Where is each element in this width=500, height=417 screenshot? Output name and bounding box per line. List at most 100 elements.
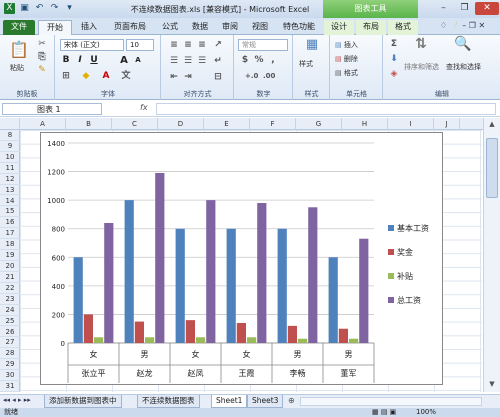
- styles-icon[interactable]: ▦: [304, 38, 320, 55]
- copy-icon[interactable]: ⎘: [36, 52, 48, 63]
- tab-design[interactable]: 设计: [324, 20, 354, 35]
- row-header-21[interactable]: 21: [0, 272, 20, 283]
- find-select-icon[interactable]: 🔍: [454, 37, 472, 57]
- close-icon[interactable]: ✕: [475, 2, 499, 15]
- row-header-26[interactable]: 26: [0, 327, 20, 338]
- comma-button[interactable]: ,: [267, 55, 279, 66]
- formula-input[interactable]: [156, 103, 496, 115]
- tab-review[interactable]: 审阅: [216, 20, 244, 35]
- fill-color-icon[interactable]: ◆: [80, 71, 92, 82]
- insert-function-button[interactable]: fx: [140, 103, 148, 112]
- insert-cells-button[interactable]: ▤ 插入: [335, 40, 358, 50]
- tab-insert[interactable]: 插入: [74, 20, 104, 35]
- clear-icon[interactable]: ◈: [388, 69, 400, 80]
- font-color-icon[interactable]: A: [100, 71, 112, 82]
- column-header-d[interactable]: D: [158, 118, 204, 130]
- row-header-16[interactable]: 16: [0, 217, 20, 229]
- row-header-10[interactable]: 10: [0, 152, 20, 163]
- sort-filter-icon[interactable]: ⇅: [412, 37, 430, 57]
- fill-icon[interactable]: ⬇: [388, 54, 400, 65]
- help-icon[interactable]: ♢ ❔ – ❐ ✕: [440, 21, 485, 30]
- sheet-nav-icon[interactable]: ◂◂ ◂ ▸ ▸▸: [3, 396, 31, 404]
- wrap-text-icon[interactable]: ↵: [212, 56, 224, 67]
- autosum-button[interactable]: Σ: [388, 39, 400, 50]
- row-header-30[interactable]: 30: [0, 370, 20, 382]
- format-cells-button[interactable]: ▤ 格式: [335, 68, 358, 78]
- row-header-12[interactable]: 12: [0, 174, 20, 185]
- view-buttons[interactable]: ▦ ▤ ▣: [372, 408, 396, 417]
- insert-sheet-icon[interactable]: ⊕: [288, 396, 295, 405]
- row-header-24[interactable]: 24: [0, 305, 20, 316]
- save-icon[interactable]: ▣: [19, 3, 30, 14]
- tab-page-layout[interactable]: 页面布局: [106, 20, 154, 35]
- number-format-select[interactable]: 常规: [238, 39, 288, 51]
- increase-decimal-icon[interactable]: +.0: [245, 71, 258, 82]
- underline-button[interactable]: U: [88, 55, 100, 66]
- tab-file[interactable]: 文件: [3, 20, 35, 35]
- sheet-tab-noncontiguous[interactable]: 不连续数据图表: [137, 395, 200, 408]
- italic-button[interactable]: I: [74, 55, 86, 66]
- column-header-a[interactable]: A: [20, 118, 66, 130]
- paste-icon[interactable]: 📋: [8, 39, 30, 61]
- column-header-h[interactable]: H: [342, 118, 388, 130]
- row-header-11[interactable]: 11: [0, 163, 20, 174]
- sheet-tab-sheet3[interactable]: Sheet3: [247, 395, 284, 408]
- tab-data[interactable]: 数据: [186, 20, 214, 35]
- phonetic-icon[interactable]: 文: [120, 71, 132, 82]
- row-header-17[interactable]: 17: [0, 228, 20, 240]
- chart-area[interactable]: 0 200 400 600 800 1000 1200 1400 女张立平 男赵龙 女赵凤 女王霞 男李…: [40, 132, 443, 385]
- tab-features[interactable]: 特色功能: [276, 20, 322, 35]
- name-box[interactable]: 图表 1: [2, 103, 102, 115]
- align-right-icon[interactable]: ☰: [196, 56, 208, 67]
- bold-button[interactable]: B: [60, 55, 72, 66]
- restore-icon[interactable]: ❐: [454, 2, 475, 15]
- row-header-25[interactable]: 25: [0, 316, 20, 327]
- tab-layout[interactable]: 布局: [356, 20, 386, 35]
- row-header-22[interactable]: 22: [0, 283, 20, 294]
- merge-center-icon[interactable]: ⊟: [212, 72, 224, 83]
- shrink-font-button[interactable]: A: [132, 55, 144, 66]
- row-header-9[interactable]: 9: [0, 141, 20, 152]
- align-middle-icon[interactable]: ≡: [182, 40, 194, 51]
- vertical-scrollbar[interactable]: ▲ ▼: [483, 118, 500, 392]
- column-header-e[interactable]: E: [204, 118, 250, 130]
- tab-format[interactable]: 格式: [388, 20, 418, 35]
- font-name-select[interactable]: 宋体 (正文): [60, 39, 124, 51]
- borders-icon[interactable]: ⊞: [60, 71, 72, 82]
- find-select-button[interactable]: 查找和选择: [446, 62, 481, 72]
- row-header-28[interactable]: 28: [0, 348, 20, 360]
- align-center-icon[interactable]: ☰: [182, 56, 194, 67]
- redo-icon[interactable]: ↷: [49, 3, 60, 14]
- customize-qat-icon[interactable]: ▾: [64, 3, 75, 14]
- font-size-select[interactable]: 10: [126, 39, 154, 51]
- sheet-tab-sheet1[interactable]: Sheet1: [211, 395, 248, 408]
- decrease-decimal-icon[interactable]: .00: [263, 71, 275, 82]
- scroll-up-icon[interactable]: ▲: [486, 120, 498, 130]
- format-painter-icon[interactable]: ✎: [36, 65, 48, 76]
- row-header-31[interactable]: 31: [0, 381, 20, 392]
- row-header-23[interactable]: 23: [0, 294, 20, 305]
- scroll-down-icon[interactable]: ▼: [486, 380, 498, 390]
- column-header-c[interactable]: C: [112, 118, 158, 130]
- column-header-b[interactable]: B: [66, 118, 112, 130]
- row-header-20[interactable]: 20: [0, 261, 20, 272]
- horizontal-scrollbar[interactable]: [300, 397, 482, 406]
- tab-formulas[interactable]: 公式: [156, 20, 184, 35]
- orientation-icon[interactable]: ↗: [212, 40, 224, 51]
- align-top-icon[interactable]: ≡: [168, 40, 180, 51]
- column-header-f[interactable]: F: [250, 118, 296, 130]
- grow-font-button[interactable]: A: [118, 55, 130, 66]
- row-header-14[interactable]: 14: [0, 196, 20, 207]
- delete-cells-button[interactable]: ▤ 删除: [335, 54, 358, 64]
- row-header-29[interactable]: 29: [0, 359, 20, 371]
- cut-icon[interactable]: ✂: [36, 39, 48, 50]
- row-header-8[interactable]: 8: [0, 130, 20, 141]
- tab-view[interactable]: 视图: [246, 20, 274, 35]
- row-header-13[interactable]: 13: [0, 185, 20, 196]
- paste-button[interactable]: 粘贴: [10, 63, 24, 73]
- styles-button[interactable]: 样式: [299, 59, 313, 69]
- column-header-g[interactable]: G: [296, 118, 342, 130]
- row-header-19[interactable]: 19: [0, 250, 20, 261]
- tab-home[interactable]: 开始: [38, 20, 72, 35]
- row-header-27[interactable]: 27: [0, 337, 20, 349]
